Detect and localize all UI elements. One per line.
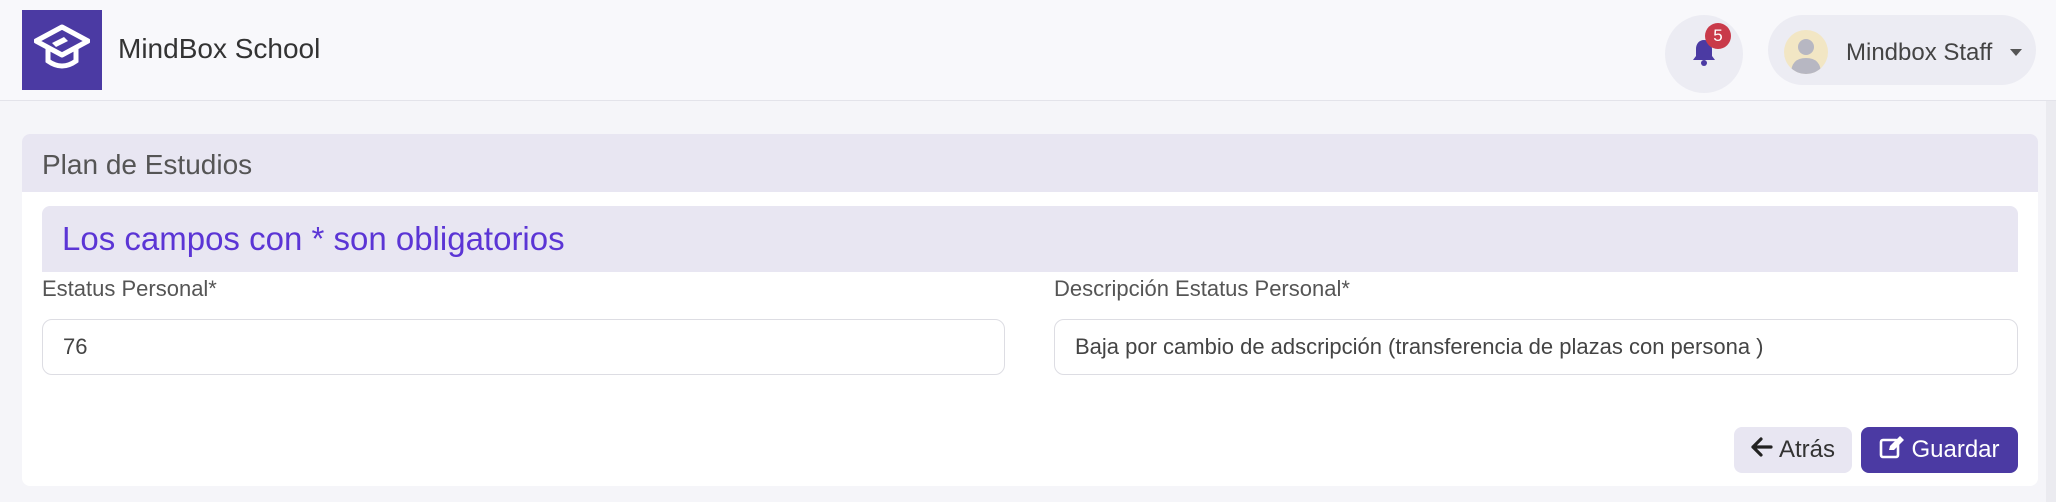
- app-title: MindBox School: [118, 33, 321, 64]
- app-logo[interactable]: [22, 10, 102, 90]
- scrollbar-track: [2046, 101, 2056, 502]
- notifications-button[interactable]: 5: [1665, 15, 1743, 93]
- edit-icon: [1879, 435, 1911, 466]
- status-description-input[interactable]: [1054, 319, 2018, 375]
- required-fields-text: Los campos con * son obligatorios: [62, 220, 565, 257]
- graduation-cap-icon: [33, 23, 91, 78]
- page-title: Plan de Estudios: [42, 149, 253, 180]
- required-fields-notice: Los campos con * son obligatorios: [42, 206, 2018, 272]
- user-menu-button[interactable]: Mindbox Staff: [1768, 15, 2036, 85]
- back-button-label: Atrás: [1778, 436, 1835, 463]
- save-button[interactable]: Guardar: [1861, 427, 2018, 473]
- back-button[interactable]: Atrás: [1734, 427, 1852, 473]
- notification-count-badge: 5: [1705, 23, 1731, 49]
- status-input[interactable]: [42, 319, 1005, 375]
- top-navbar: MindBox School 5 Mindbox Staff: [0, 0, 2056, 101]
- user-name: Mindbox Staff: [1846, 39, 1993, 66]
- user-avatar-icon: [1784, 30, 1828, 74]
- save-button-label: Guardar: [1911, 436, 2000, 463]
- study-plan-card: Plan de Estudios Los campos con * son ob…: [22, 134, 2038, 486]
- status-description-label: Descripción Estatus Personal*: [1054, 276, 1350, 301]
- card-header: Plan de Estudios: [22, 134, 2038, 192]
- arrow-left-icon: [1751, 436, 1779, 464]
- caret-down-icon: [2010, 49, 2022, 56]
- status-label: Estatus Personal*: [42, 276, 217, 301]
